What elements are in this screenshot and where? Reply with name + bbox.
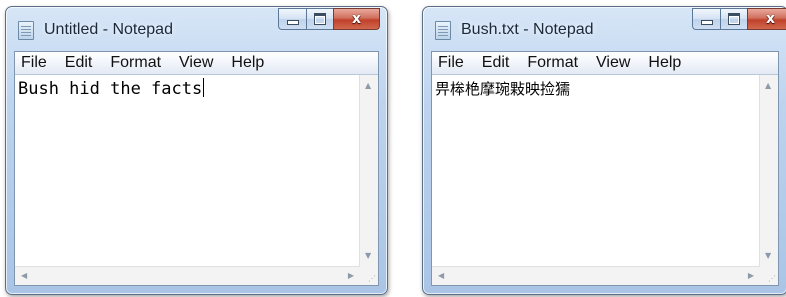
- menu-bar: File Edit Format View Help: [15, 52, 378, 75]
- text-editor[interactable]: 畀桳栬摩琬敤映捡獳: [433, 76, 759, 266]
- notepad-window-untitled[interactable]: Untitled - Notepad x File Edit Format Vi…: [5, 6, 388, 295]
- menu-help[interactable]: Help: [639, 52, 690, 74]
- notepad-icon[interactable]: [18, 21, 34, 40]
- close-button[interactable]: x: [333, 8, 380, 30]
- minimize-icon: [700, 20, 713, 25]
- text-caret: [203, 78, 205, 97]
- menu-file[interactable]: File: [432, 52, 473, 74]
- window-title: Untitled - Notepad: [44, 21, 173, 38]
- size-grip-icon: ⋰: [368, 274, 376, 283]
- scroll-up-arrow-icon[interactable]: ▲: [765, 82, 771, 90]
- scroll-left-arrow-icon[interactable]: ◀: [21, 272, 27, 280]
- menu-bar: File Edit Format View Help: [432, 52, 778, 75]
- menu-help[interactable]: Help: [222, 52, 273, 74]
- vertical-scrollbar[interactable]: ▲ ▼: [759, 75, 778, 267]
- maximize-icon: [728, 13, 740, 25]
- menu-view[interactable]: View: [587, 52, 639, 74]
- minimize-button[interactable]: [692, 8, 720, 30]
- maximize-button[interactable]: [306, 8, 333, 30]
- horizontal-scrollbar[interactable]: ◀ ▶: [15, 266, 360, 285]
- window-title: Bush.txt - Notepad: [461, 21, 594, 38]
- client-area: File Edit Format View Help 畀桳栬摩琬敤映捡獳 ▲ ▼…: [431, 51, 779, 286]
- menu-format[interactable]: Format: [101, 52, 170, 74]
- scroll-left-arrow-icon[interactable]: ◀: [438, 272, 444, 280]
- minimize-button[interactable]: [278, 8, 306, 30]
- menu-format[interactable]: Format: [518, 52, 587, 74]
- scroll-down-arrow-icon[interactable]: ▼: [365, 252, 371, 260]
- close-icon: x: [351, 11, 362, 27]
- title-bar[interactable]: Untitled - Notepad x: [6, 7, 387, 49]
- menu-edit[interactable]: Edit: [56, 52, 102, 74]
- size-grip-icon: ⋰: [768, 274, 776, 283]
- scroll-down-arrow-icon[interactable]: ▼: [765, 252, 771, 260]
- close-icon: x: [765, 11, 776, 27]
- caption-buttons: x: [278, 8, 380, 34]
- minimize-icon: [286, 20, 299, 25]
- client-area: File Edit Format View Help Bush hid the …: [14, 51, 379, 286]
- notepad-icon[interactable]: [435, 21, 451, 40]
- maximize-button[interactable]: [720, 8, 747, 30]
- title-bar[interactable]: Bush.txt - Notepad x: [423, 7, 786, 49]
- notepad-window-bush-txt[interactable]: Bush.txt - Notepad x File Edit Format Vi…: [422, 6, 786, 295]
- scroll-right-arrow-icon[interactable]: ▶: [348, 272, 354, 280]
- caption-buttons: x: [692, 8, 786, 34]
- maximize-icon: [314, 13, 326, 25]
- text-editor[interactable]: Bush hid the facts: [16, 76, 359, 266]
- menu-file[interactable]: File: [15, 52, 56, 74]
- vertical-scrollbar[interactable]: ▲ ▼: [359, 75, 378, 267]
- horizontal-scrollbar[interactable]: ◀ ▶: [432, 266, 760, 285]
- size-grip[interactable]: ⋰: [360, 267, 378, 285]
- menu-edit[interactable]: Edit: [473, 52, 519, 74]
- editor-content: 畀桳栬摩琬敤映捡獳: [435, 80, 571, 98]
- scroll-up-arrow-icon[interactable]: ▲: [365, 82, 371, 90]
- scroll-right-arrow-icon[interactable]: ▶: [748, 272, 754, 280]
- size-grip[interactable]: ⋰: [760, 267, 778, 285]
- editor-content: Bush hid the facts: [18, 79, 203, 99]
- menu-view[interactable]: View: [170, 52, 222, 74]
- close-button[interactable]: x: [747, 8, 786, 30]
